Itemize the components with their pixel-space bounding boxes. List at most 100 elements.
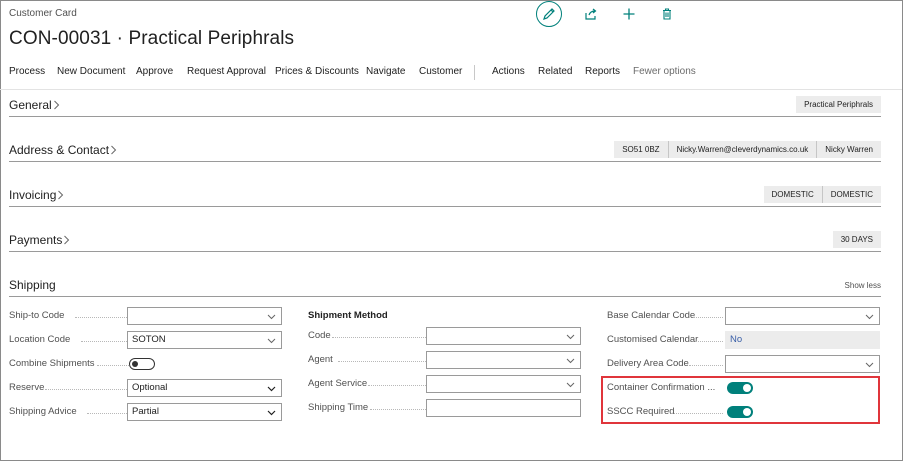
toggle-knob (132, 361, 138, 367)
agent-label: Agent (308, 354, 333, 365)
field-reserve: Reserve Optional (9, 379, 282, 397)
fasttab-payments-label: Payments (9, 233, 63, 247)
fasttab-invoicing-header[interactable]: Invoicing (9, 188, 64, 202)
menu-item-navigate[interactable]: Navigate (366, 66, 405, 77)
label-leader (693, 317, 723, 318)
fasttab-address-contact: Address & Contact SO51 0BZ Nicky.Warren@… (9, 141, 881, 162)
shipping-time-label: Shipping Time (308, 402, 369, 413)
summary-chip: Nicky.Warren@cleverdynamics.co.uk (667, 141, 817, 158)
field-location-code: Location Code SOTON (9, 331, 282, 349)
combine-shipments-toggle[interactable] (129, 358, 155, 370)
label-leader (81, 341, 129, 342)
fasttab-invoicing: Invoicing DOMESTIC DOMESTIC (9, 186, 881, 207)
menu-item-customer[interactable]: Customer (419, 66, 462, 77)
field-agent-service: Agent Service (308, 375, 581, 393)
fasttab-address-contact-label: Address & Contact (9, 143, 110, 157)
label-leader (75, 317, 129, 318)
chevron-down-icon (865, 362, 874, 368)
share-button[interactable] (578, 1, 604, 27)
shipping-advice-value: Partial (132, 406, 159, 417)
summary-chip: 30 DAYS (832, 231, 881, 248)
location-code-select[interactable]: SOTON (127, 331, 282, 349)
fewer-options-button[interactable]: Fewer options (633, 66, 696, 77)
menu-item-approve[interactable]: Approve (136, 66, 173, 77)
menu-item-related[interactable]: Related (538, 66, 572, 77)
label-leader (695, 341, 723, 342)
trash-icon (663, 8, 671, 20)
chevron-down-icon (267, 386, 276, 392)
menu-item-process[interactable]: Process (9, 66, 45, 77)
customised-calendar-link[interactable]: No (725, 331, 880, 349)
chevron-down-icon (267, 314, 276, 320)
summary-chip: Nicky Warren (816, 141, 881, 158)
delivery-area-code-select[interactable] (725, 355, 880, 373)
shipment-code-label: Code (308, 330, 331, 341)
fasttab-payments-header[interactable]: Payments (9, 233, 70, 247)
shipment-code-select[interactable] (426, 327, 581, 345)
highlight-box (601, 376, 880, 424)
fasttab-address-contact-header[interactable]: Address & Contact (9, 143, 117, 157)
fasttab-invoicing-label: Invoicing (9, 188, 57, 202)
shipment-method-heading: Shipment Method (308, 310, 388, 321)
fasttab-payments: Payments 30 DAYS (9, 231, 881, 252)
fasttab-general-label: General (9, 98, 52, 112)
reserve-select[interactable]: Optional (127, 379, 282, 397)
label-leader (370, 409, 426, 410)
chevron-right-icon (111, 145, 117, 155)
agent-service-select[interactable] (426, 375, 581, 393)
fasttab-general-header[interactable]: General (9, 98, 60, 112)
ship-to-code-select[interactable] (127, 307, 282, 325)
label-leader (368, 385, 426, 386)
base-calendar-code-select[interactable] (725, 307, 880, 325)
menu-item-new-document[interactable]: New Document (57, 66, 125, 77)
chevron-down-icon (566, 334, 575, 340)
fasttab-general: General Practical Periphrals (9, 96, 881, 117)
reserve-value: Optional (132, 382, 168, 393)
location-code-value: SOTON (132, 334, 166, 345)
chevron-down-icon (566, 358, 575, 364)
fasttab-address-contact-summary: SO51 0BZ Nicky.Warren@cleverdynamics.co.… (614, 141, 881, 158)
menu-item-reports[interactable]: Reports (585, 66, 620, 77)
chevron-down-icon (865, 314, 874, 320)
chevron-down-icon (267, 338, 276, 344)
field-customised-calendar: Customised Calendar No (607, 331, 880, 349)
shipping-advice-select[interactable]: Partial (127, 403, 282, 421)
location-code-label: Location Code (9, 334, 71, 345)
customised-calendar-label: Customised Calendar (607, 334, 699, 345)
label-leader (338, 361, 426, 362)
menu-item-prices-discounts[interactable]: Prices & Discounts (275, 66, 359, 77)
label-leader (45, 389, 129, 390)
menu-separator (474, 65, 475, 80)
add-button[interactable] (616, 1, 642, 27)
show-less-link[interactable]: Show less (845, 281, 881, 290)
fasttab-shipping-header[interactable]: Shipping (9, 278, 56, 292)
chevron-right-icon (53, 100, 59, 110)
agent-service-label: Agent Service (308, 378, 368, 389)
share-icon (585, 8, 597, 20)
menu-item-request-approval[interactable]: Request Approval (187, 66, 266, 77)
delete-button[interactable] (654, 1, 680, 27)
fasttab-shipping: Shipping Show less (9, 276, 881, 297)
chevron-right-icon (58, 190, 64, 200)
menu-divider (0, 89, 902, 90)
chevron-down-icon (267, 410, 276, 416)
ship-to-code-label: Ship-to Code (9, 310, 65, 321)
field-base-calendar-code: Base Calendar Code (607, 307, 880, 325)
shipping-time-input[interactable] (426, 399, 581, 417)
field-delivery-area-code: Delivery Area Code (607, 355, 880, 373)
summary-chip: SO51 0BZ (614, 141, 668, 158)
shipping-advice-label: Shipping Advice (9, 406, 77, 417)
summary-chip: DOMESTIC (763, 186, 822, 203)
label-leader (332, 337, 426, 338)
menu-item-actions[interactable]: Actions (492, 66, 525, 77)
page-title: CON-00031 · Practical Periphrals (9, 28, 295, 49)
reserve-label: Reserve (9, 382, 45, 393)
base-calendar-code-label: Base Calendar Code (607, 310, 696, 321)
edit-button[interactable] (536, 1, 562, 27)
label-leader (87, 413, 129, 414)
summary-chip: Practical Periphrals (796, 96, 881, 113)
combine-shipments-label: Combine Shipments (9, 358, 95, 369)
chevron-right-icon (64, 235, 70, 245)
label-leader (97, 365, 129, 366)
agent-select[interactable] (426, 351, 581, 369)
